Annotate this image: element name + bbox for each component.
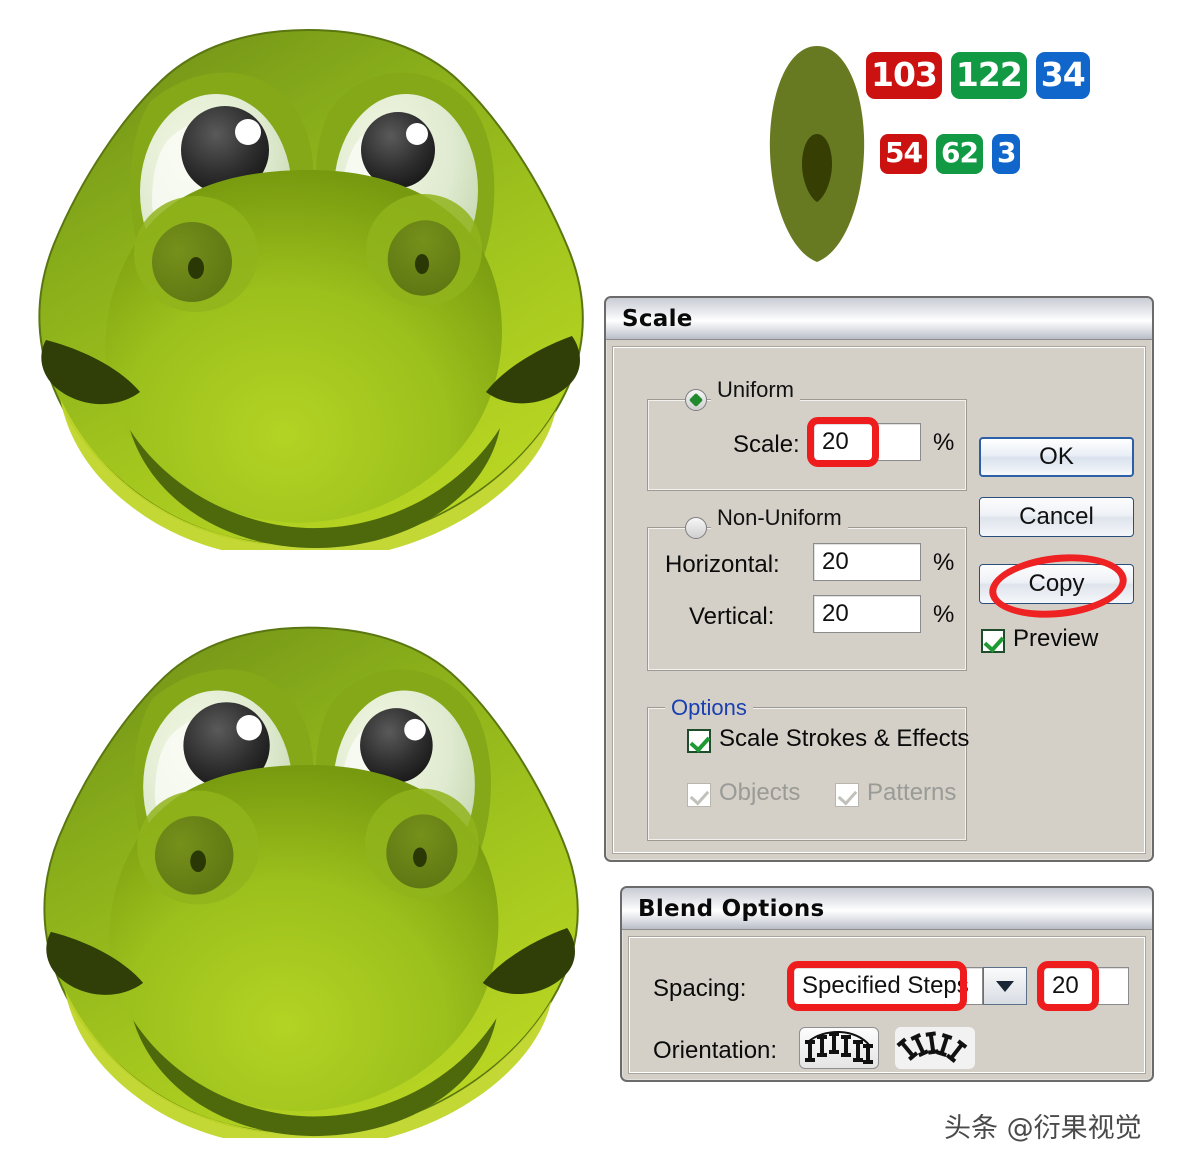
- ok-button[interactable]: OK: [979, 437, 1134, 477]
- cancel-button[interactable]: Cancel: [979, 497, 1134, 537]
- blend-options-dialog: Blend Options Spacing: Specified Steps 2…: [620, 886, 1154, 1082]
- non-uniform-legend: Non-Uniform: [711, 505, 848, 531]
- spacing-dropdown-arrow[interactable]: [983, 967, 1027, 1005]
- spacing-label: Spacing:: [653, 975, 747, 1002]
- scale-unit: %: [933, 429, 955, 456]
- scale-dialog: Scale Uniform Scale: 20 % Non-Uniform Ho…: [604, 296, 1154, 862]
- spacing-select[interactable]: Specified Steps: [793, 967, 983, 1005]
- blend-dialog-body: Spacing: Specified Steps 20 Orientation:: [628, 936, 1146, 1074]
- vertical-unit: %: [933, 601, 955, 628]
- scale-strokes-label: Scale Strokes & Effects: [719, 725, 970, 752]
- blend-dialog-title: Blend Options: [638, 895, 825, 922]
- rgb-values-inner: 54 62 3: [880, 134, 1021, 174]
- steps-input[interactable]: 20: [1043, 967, 1129, 1005]
- objects-label: Objects: [719, 779, 801, 806]
- rgb-inner-blue: 3: [991, 134, 1021, 174]
- scale-strokes-checkbox[interactable]: [687, 729, 711, 753]
- patterns-label: Patterns: [867, 779, 957, 806]
- non-uniform-radio[interactable]: [685, 517, 707, 539]
- uniform-legend: Uniform: [711, 377, 801, 403]
- chevron-down-icon: [996, 980, 1014, 992]
- screenshot-canvas: 103 122 34 54 62 3 Scale Uniform Scale: …: [0, 0, 1200, 1160]
- vertical-input[interactable]: 20: [813, 595, 921, 633]
- horizontal-unit: %: [933, 549, 955, 576]
- horizontal-input[interactable]: 20: [813, 543, 921, 581]
- orientation-label: Orientation:: [653, 1037, 778, 1064]
- frog-illustration-bottom: [20, 608, 600, 1138]
- scale-label: Scale:: [733, 431, 800, 458]
- blend-dialog-titlebar: Blend Options: [622, 888, 1152, 930]
- copy-button[interactable]: Copy: [979, 564, 1134, 604]
- uniform-radio[interactable]: [685, 389, 707, 411]
- rgb-outer-blue: 34: [1035, 52, 1090, 99]
- vertical-label: Vertical:: [689, 603, 775, 630]
- horizontal-label: Horizontal:: [665, 551, 780, 578]
- scale-dialog-titlebar: Scale: [606, 298, 1152, 340]
- scale-dialog-body: Uniform Scale: 20 % Non-Uniform Horizont…: [612, 346, 1146, 854]
- scale-input[interactable]: 20: [813, 423, 921, 461]
- frog-illustration-top: [20, 10, 600, 550]
- objects-checkbox: [687, 783, 711, 807]
- preview-label: Preview: [1013, 625, 1099, 652]
- align-to-path-icon[interactable]: [895, 1027, 975, 1069]
- watermark-text: 头条 @衍果视觉: [944, 1113, 1142, 1144]
- align-to-page-icon[interactable]: [799, 1027, 879, 1069]
- rgb-inner-green: 62: [935, 134, 983, 174]
- options-legend: Options: [665, 695, 753, 721]
- scale-dialog-title: Scale: [622, 305, 693, 332]
- patterns-checkbox: [835, 783, 859, 807]
- rgb-outer-red: 103: [866, 52, 942, 99]
- leaf-teardrop-shape: [762, 40, 872, 270]
- rgb-outer-green: 122: [950, 52, 1027, 99]
- preview-checkbox[interactable]: [981, 629, 1005, 653]
- rgb-values-outer: 103 122 34: [866, 52, 1090, 99]
- rgb-inner-red: 54: [880, 134, 927, 174]
